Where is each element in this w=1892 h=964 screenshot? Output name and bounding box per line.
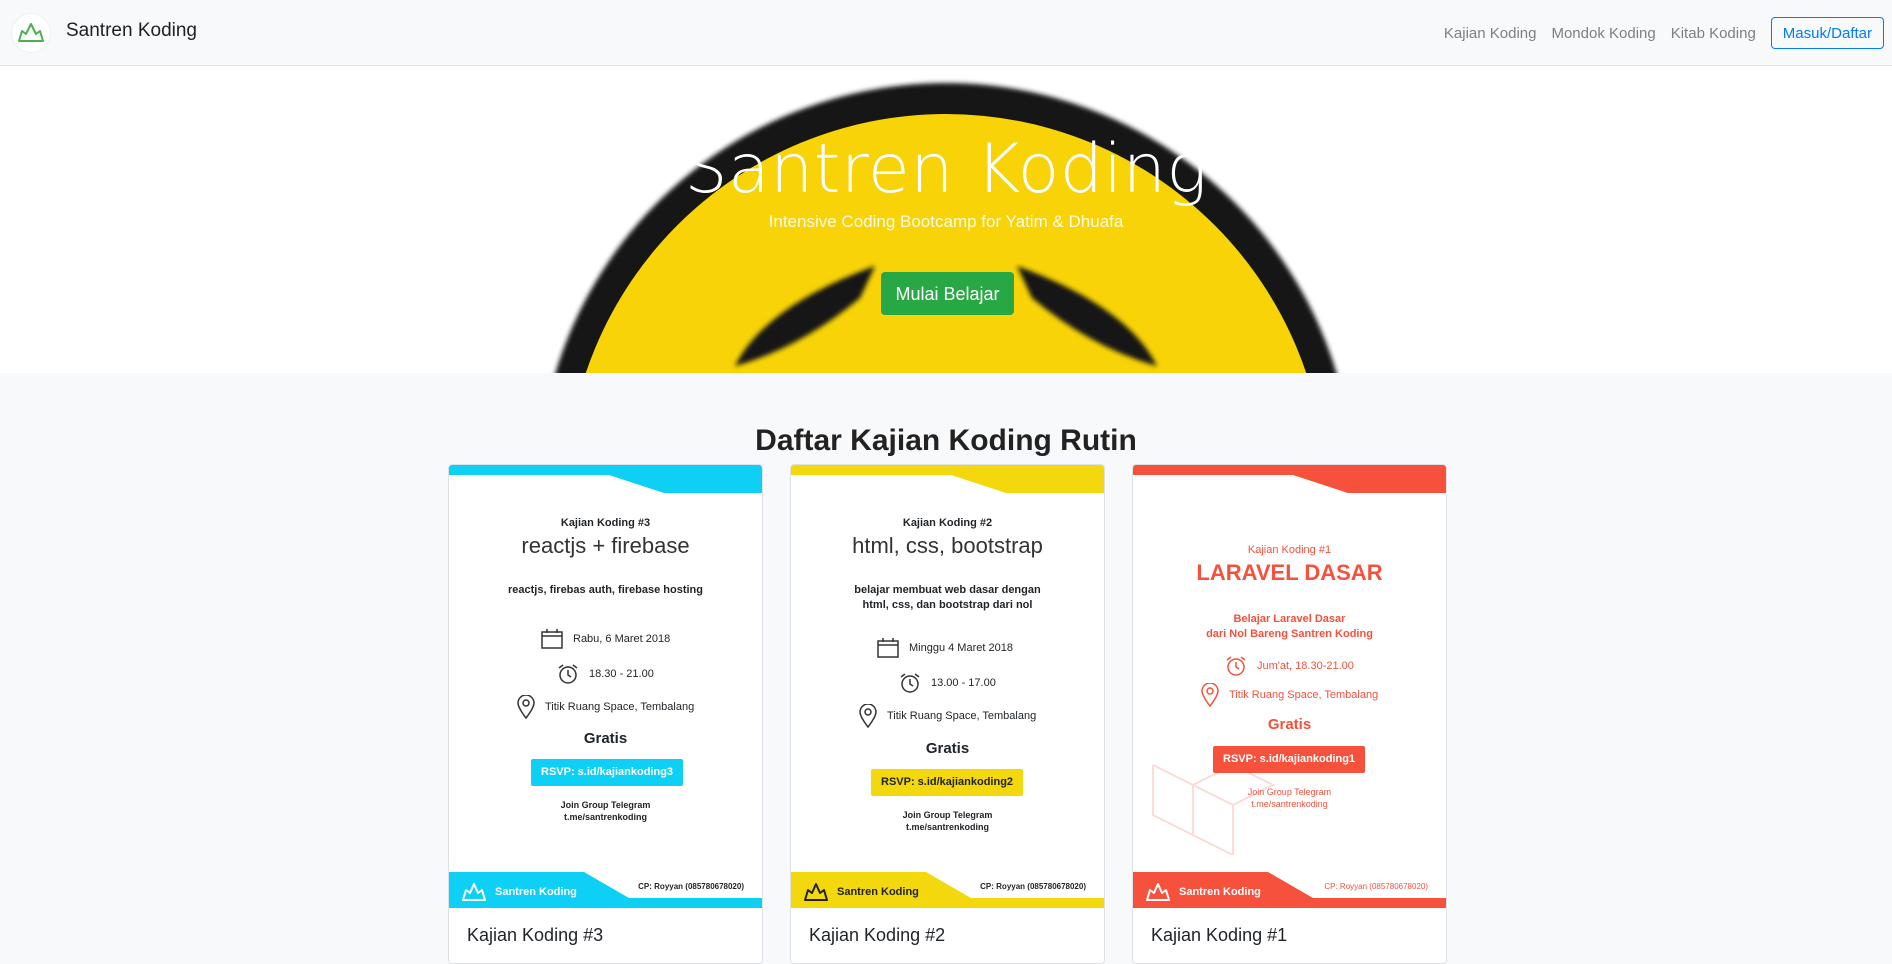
poster-contact: CP: Royyan (085780678020) [980,882,1086,891]
poster-time: 18.30 - 21.00 [589,668,654,680]
poster-footer-brand: Santren Koding [461,882,577,902]
login-register-button[interactable]: Masuk/Daftar [1770,17,1884,49]
location-pin-icon [517,695,535,719]
hero-subtitle: Intensive Coding Bootcamp for Yatim & Dh… [768,212,1124,231]
alarm-clock-icon [1226,656,1246,676]
poster-place: Titik Ruang Space, Tembalang [887,710,1037,722]
poster-description: Belajar Laravel Dasar [1233,613,1346,625]
poster-time-row: 13.00 - 17.00 [899,672,996,694]
poster-date-row: Minggu 4 Maret 2018 [877,638,1013,658]
alarm-clock-icon [900,673,920,693]
calendar-icon [541,629,563,649]
poster-footer-brand: Santren Koding [803,882,919,902]
calendar-icon [877,638,899,658]
santren-crown-icon [804,883,828,901]
event-card[interactable]: Kajian Koding #3 reactjs + firebase reac… [448,464,763,964]
poster-top-banner-icon [791,465,1104,493]
poster-join-label: Join Group Telegram [1247,787,1332,797]
card-title[interactable]: Kajian Koding #3 [467,925,603,946]
poster-footer-brand: Santren Koding [1145,882,1261,902]
poster-place: Titik Ruang Space, Tembalang [545,701,695,713]
poster-kicker: Kajian Koding #1 [1247,544,1332,556]
poster-contact: CP: Royyan (085780678020) [1324,882,1428,891]
poster-rsvp-link[interactable]: RSVP: s.id/kajiankoding2 [871,769,1024,796]
poster-kicker: Kajian Koding #3 [560,517,651,529]
card-title[interactable]: Kajian Koding #1 [1151,925,1287,946]
poster-place-row: Titik Ruang Space, Tembalang [859,704,1036,728]
poster-join-link: t.me/santrenkoding [905,822,989,832]
poster-place-row: Titik Ruang Space, Tembalang [1201,683,1378,707]
brand-name[interactable]: Santren Koding [66,20,197,42]
poster-price: Gratis [583,730,628,747]
poster-description: reactjs, firebas auth, firebase hosting [507,584,703,596]
santren-logo-icon[interactable] [12,14,50,52]
poster-top-banner-icon [1133,465,1446,493]
poster-date-row: Rabu, 6 Maret 2018 [541,629,670,649]
santren-crown-icon [1146,883,1170,901]
poster-description: belajar membuat web dasar dengan [854,584,1041,596]
location-pin-icon [1201,683,1219,707]
poster-contact: CP: Royyan (085780678020) [638,882,744,891]
poster-top-banner-icon [449,465,762,493]
poster-price: Gratis [925,740,970,757]
nav-link-kitab-koding[interactable]: Kitab Koding [1671,25,1756,42]
poster-topic: reactjs + firebase [521,533,690,558]
event-poster[interactable]: Kajian Koding #3 reactjs + firebase reac… [449,465,762,908]
location-pin-icon [859,704,877,728]
event-poster[interactable]: Kajian Koding #2 html, css, bootstrap be… [791,465,1104,908]
poster-date: Minggu 4 Maret 2018 [909,642,1013,654]
event-card[interactable]: Kajian Koding #2 html, css, bootstrap be… [790,464,1105,964]
poster-time-row: Jum'at, 18.30-21.00 [1225,655,1354,677]
nav-link-kajian-koding[interactable]: Kajian Koding [1444,25,1537,42]
card-title[interactable]: Kajian Koding #2 [809,925,945,946]
start-learning-button[interactable]: Mulai Belajar [881,272,1014,315]
poster-kicker: Kajian Koding #2 [902,517,993,529]
poster-topic: html, css, bootstrap [852,533,1043,558]
hero-banner: Santren Koding Intensive Coding Bootcamp… [0,66,1892,373]
poster-time: 13.00 - 17.00 [931,677,996,689]
navbar: Santren Koding Kajian Koding Mondok Kodi… [0,0,1892,66]
event-poster[interactable]: Kajian Koding #1 LARAVEL DASAR Belajar L… [1133,465,1446,908]
poster-price: Gratis [1267,716,1312,733]
poster-description-line2: dari Nol Bareng Santren Koding [1206,628,1373,640]
poster-rsvp-link[interactable]: RSVP: s.id/kajiankoding1 [1213,746,1366,773]
poster-join-label: Join Group Telegram [902,810,993,820]
hero-title: Santren Koding [684,130,1208,209]
event-card[interactable]: Kajian Koding #1 LARAVEL DASAR Belajar L… [1132,464,1447,964]
nav-link-mondok-koding[interactable]: Mondok Koding [1551,25,1655,42]
poster-join-link: t.me/santrenkoding [1251,799,1328,809]
poster-footer-brand-label: Santren Koding [495,886,577,898]
santren-crown-icon [462,883,486,901]
poster-footer-brand-label: Santren Koding [1179,886,1261,898]
poster-time-row: 18.30 - 21.00 [557,663,654,685]
poster-time: Jum'at, 18.30-21.00 [1257,660,1354,672]
poster-join-label: Join Group Telegram [560,800,651,810]
poster-topic: LARAVEL DASAR [1196,560,1383,585]
poster-join-link: t.me/santrenkoding [563,812,647,822]
poster-place: Titik Ruang Space, Tembalang [1229,689,1379,701]
alarm-clock-icon [558,664,578,684]
poster-footer-brand-label: Santren Koding [837,886,919,898]
poster-rsvp-link[interactable]: RSVP: s.id/kajiankoding3 [531,759,684,786]
poster-description-line2: html, css, dan bootstrap dari nol [862,599,1033,611]
nav-links: Kajian Koding Mondok Koding Kitab Koding… [1444,16,1884,50]
poster-date: Rabu, 6 Maret 2018 [573,633,671,645]
section-title: Daftar Kajian Koding Rutin [755,423,1137,457]
poster-place-row: Titik Ruang Space, Tembalang [517,695,694,719]
